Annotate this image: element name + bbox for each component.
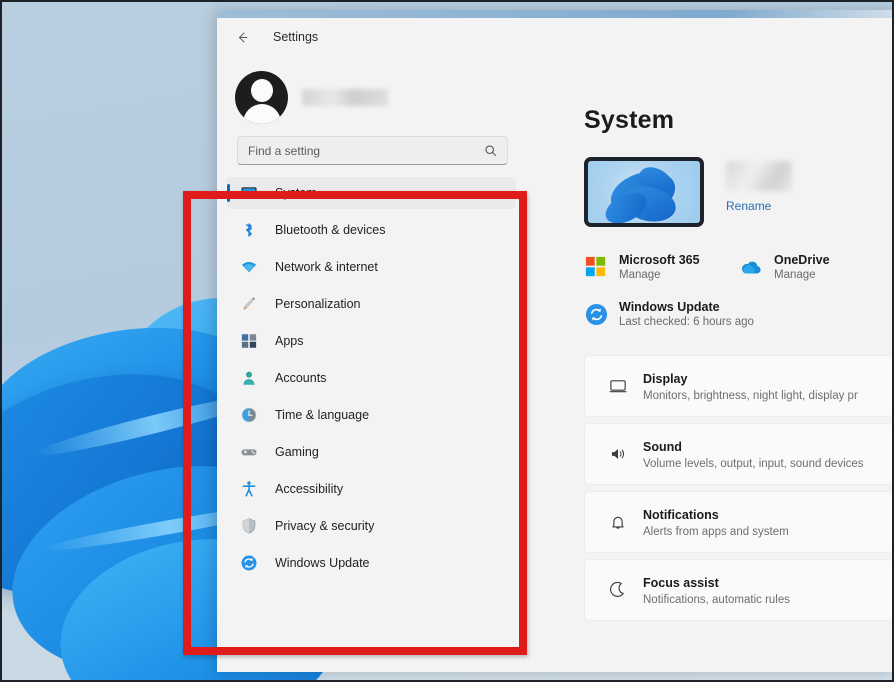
settings-window: Settings (217, 10, 894, 672)
sidebar-item-label: Time & language (275, 408, 369, 422)
device-thumbnail (584, 157, 704, 227)
wifi-icon (239, 257, 259, 277)
service-title: Microsoft 365 (619, 253, 700, 267)
sidebar-item-apps[interactable]: Apps (227, 325, 516, 357)
sidebar-item-network-internet[interactable]: Network & internet (227, 251, 516, 283)
windows-update-subtitle: Last checked: 6 hours ago (619, 316, 754, 328)
paintbrush-icon (239, 294, 259, 314)
sidebar-item-label: Accounts (275, 371, 326, 385)
search-input[interactable] (248, 144, 484, 158)
service-subtitle: Manage (619, 269, 700, 281)
sidebar-nav: System Bluetooth & devices Network & int… (217, 165, 530, 579)
card-title: Notifications (643, 508, 719, 522)
apps-grid-icon (239, 331, 259, 351)
sidebar-item-label: Windows Update (275, 556, 370, 570)
sidebar-item-label: Privacy & security (275, 519, 374, 533)
gamepad-icon (239, 442, 259, 462)
device-summary: Rename (584, 135, 894, 227)
services-row: Microsoft 365 Manage OneDrive Manage (584, 227, 894, 281)
card-title: Focus assist (643, 576, 719, 590)
sidebar-item-label: Apps (275, 334, 304, 348)
sidebar-item-privacy-security[interactable]: Privacy & security (227, 510, 516, 542)
shield-icon (239, 516, 259, 536)
window-top-strip (217, 10, 894, 18)
settings-card-focus-assist[interactable]: Focus assist Notifications, automatic rul… (584, 559, 894, 621)
windows-update-title: Windows Update (619, 300, 754, 314)
sidebar-item-accounts[interactable]: Accounts (227, 362, 516, 394)
card-subtitle: Notifications, automatic rules (643, 594, 790, 606)
speaker-icon (603, 445, 633, 463)
page-title: System (584, 18, 894, 135)
service-subtitle: Manage (774, 269, 830, 281)
sidebar-item-gaming[interactable]: Gaming (227, 436, 516, 468)
card-subtitle: Monitors, brightness, night light, displ… (643, 390, 858, 402)
update-refresh-icon (239, 553, 259, 573)
sidebar-item-windows-update[interactable]: Windows Update (227, 547, 516, 579)
clock-globe-icon (239, 405, 259, 425)
service-title: OneDrive (774, 253, 830, 267)
bell-icon (603, 513, 633, 531)
bluetooth-icon (239, 220, 259, 240)
app-title: Settings (273, 30, 318, 44)
search-box[interactable] (237, 136, 508, 165)
monitor-icon (239, 183, 259, 203)
search-icon (484, 144, 497, 157)
card-subtitle: Volume levels, output, input, sound devi… (643, 458, 864, 470)
settings-cards-list: Display Monitors, brightness, night light… (584, 328, 894, 621)
card-title: Display (643, 372, 687, 386)
person-icon (239, 368, 259, 388)
sidebar-item-system[interactable]: System (227, 177, 516, 209)
back-arrow-icon[interactable] (231, 26, 253, 48)
rename-link[interactable]: Rename (726, 199, 792, 213)
sidebar-item-bluetooth-devices[interactable]: Bluetooth & devices (227, 214, 516, 246)
sidebar-item-label: Accessibility (275, 482, 343, 496)
sidebar-item-personalization[interactable]: Personalization (227, 288, 516, 320)
card-subtitle: Alerts from apps and system (643, 526, 789, 538)
sidebar-item-label: Gaming (275, 445, 319, 459)
device-name-blurred (726, 161, 792, 191)
settings-left-pane: Settings (217, 18, 530, 672)
sidebar-item-time-language[interactable]: Time & language (227, 399, 516, 431)
settings-card-display[interactable]: Display Monitors, brightness, night light… (584, 355, 894, 417)
display-monitor-icon (603, 377, 633, 395)
accessibility-icon (239, 479, 259, 499)
account-section[interactable] (217, 56, 530, 128)
sidebar-item-label: Network & internet (275, 260, 378, 274)
sidebar-item-accessibility[interactable]: Accessibility (227, 473, 516, 505)
window-titlebar: Settings (217, 18, 530, 56)
service-onedrive[interactable]: OneDrive Manage (739, 253, 894, 281)
sidebar-item-label: Bluetooth & devices (275, 223, 386, 237)
update-refresh-icon (584, 302, 608, 326)
card-title: Sound (643, 440, 682, 454)
moon-icon (603, 581, 633, 599)
settings-card-sound[interactable]: Sound Volume levels, output, input, sound… (584, 423, 894, 485)
sidebar-item-label: System (275, 186, 317, 200)
settings-right-pane: System Rename (530, 18, 894, 672)
onedrive-cloud-icon (739, 255, 763, 279)
sidebar-item-label: Personalization (275, 297, 360, 311)
microsoft-logo-icon (584, 255, 608, 279)
user-avatar-icon[interactable] (235, 71, 288, 124)
settings-card-notifications[interactable]: Notifications Alerts from apps and system (584, 491, 894, 553)
service-microsoft-365[interactable]: Microsoft 365 Manage (584, 253, 739, 281)
account-name-blurred (302, 89, 388, 106)
windows-update-summary[interactable]: Windows Update Last checked: 6 hours ago (584, 281, 894, 328)
